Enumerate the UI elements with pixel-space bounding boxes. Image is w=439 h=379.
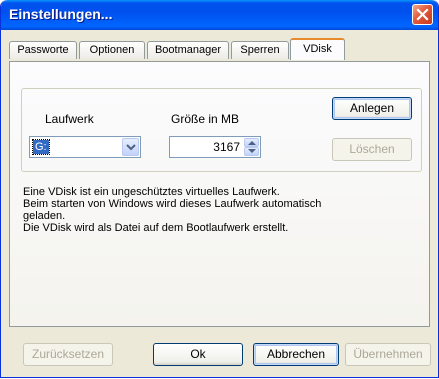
info-line: Beim starten von Windows wird dieses Lau… bbox=[23, 198, 322, 210]
tab-vdisk[interactable]: VDisk bbox=[290, 38, 345, 60]
vdisk-info-text: Eine VDisk ist ein ungeschütztes virtuel… bbox=[23, 186, 423, 234]
drive-label: Laufwerk bbox=[45, 112, 94, 126]
arrow-up-icon bbox=[248, 141, 256, 145]
tab-bootmanager[interactable]: Bootmanager bbox=[147, 41, 229, 59]
settings-dialog: Einstellungen... Passworte Optionen Boot… bbox=[0, 0, 439, 378]
size-spinner[interactable]: 3167 bbox=[169, 136, 261, 158]
cancel-button[interactable]: Abbrechen bbox=[253, 343, 339, 366]
size-label: Größe in MB bbox=[171, 112, 240, 126]
reset-button[interactable]: Zurücksetzen bbox=[23, 343, 113, 366]
create-vdisk-button[interactable]: Anlegen bbox=[332, 97, 412, 120]
size-decrement-button[interactable] bbox=[244, 147, 259, 156]
apply-button[interactable]: Übernehmen bbox=[345, 343, 431, 366]
drive-select-dropdown-button[interactable] bbox=[122, 138, 139, 156]
title-bar[interactable]: Einstellungen... bbox=[1, 0, 438, 30]
tab-passworte[interactable]: Passworte bbox=[9, 41, 77, 59]
drive-select[interactable]: G: bbox=[29, 136, 141, 158]
info-line: Die VDisk wird als Datei auf dem Bootlau… bbox=[23, 222, 289, 234]
drive-select-value: G: bbox=[32, 139, 50, 155]
size-value[interactable]: 3167 bbox=[213, 140, 240, 154]
close-icon bbox=[416, 8, 429, 21]
close-button[interactable] bbox=[412, 4, 433, 25]
ok-button[interactable]: Ok bbox=[153, 343, 243, 366]
arrow-down-icon bbox=[248, 149, 256, 153]
size-increment-button[interactable] bbox=[244, 138, 259, 147]
delete-vdisk-button[interactable]: Löschen bbox=[332, 138, 412, 161]
info-line: Eine VDisk ist ein ungeschütztes virtuel… bbox=[23, 186, 280, 198]
chevron-down-icon bbox=[126, 144, 136, 151]
tab-optionen[interactable]: Optionen bbox=[79, 41, 145, 59]
info-line: geladen. bbox=[23, 210, 66, 222]
tab-sperren[interactable]: Sperren bbox=[231, 41, 289, 59]
window-title: Einstellungen... bbox=[9, 6, 113, 22]
